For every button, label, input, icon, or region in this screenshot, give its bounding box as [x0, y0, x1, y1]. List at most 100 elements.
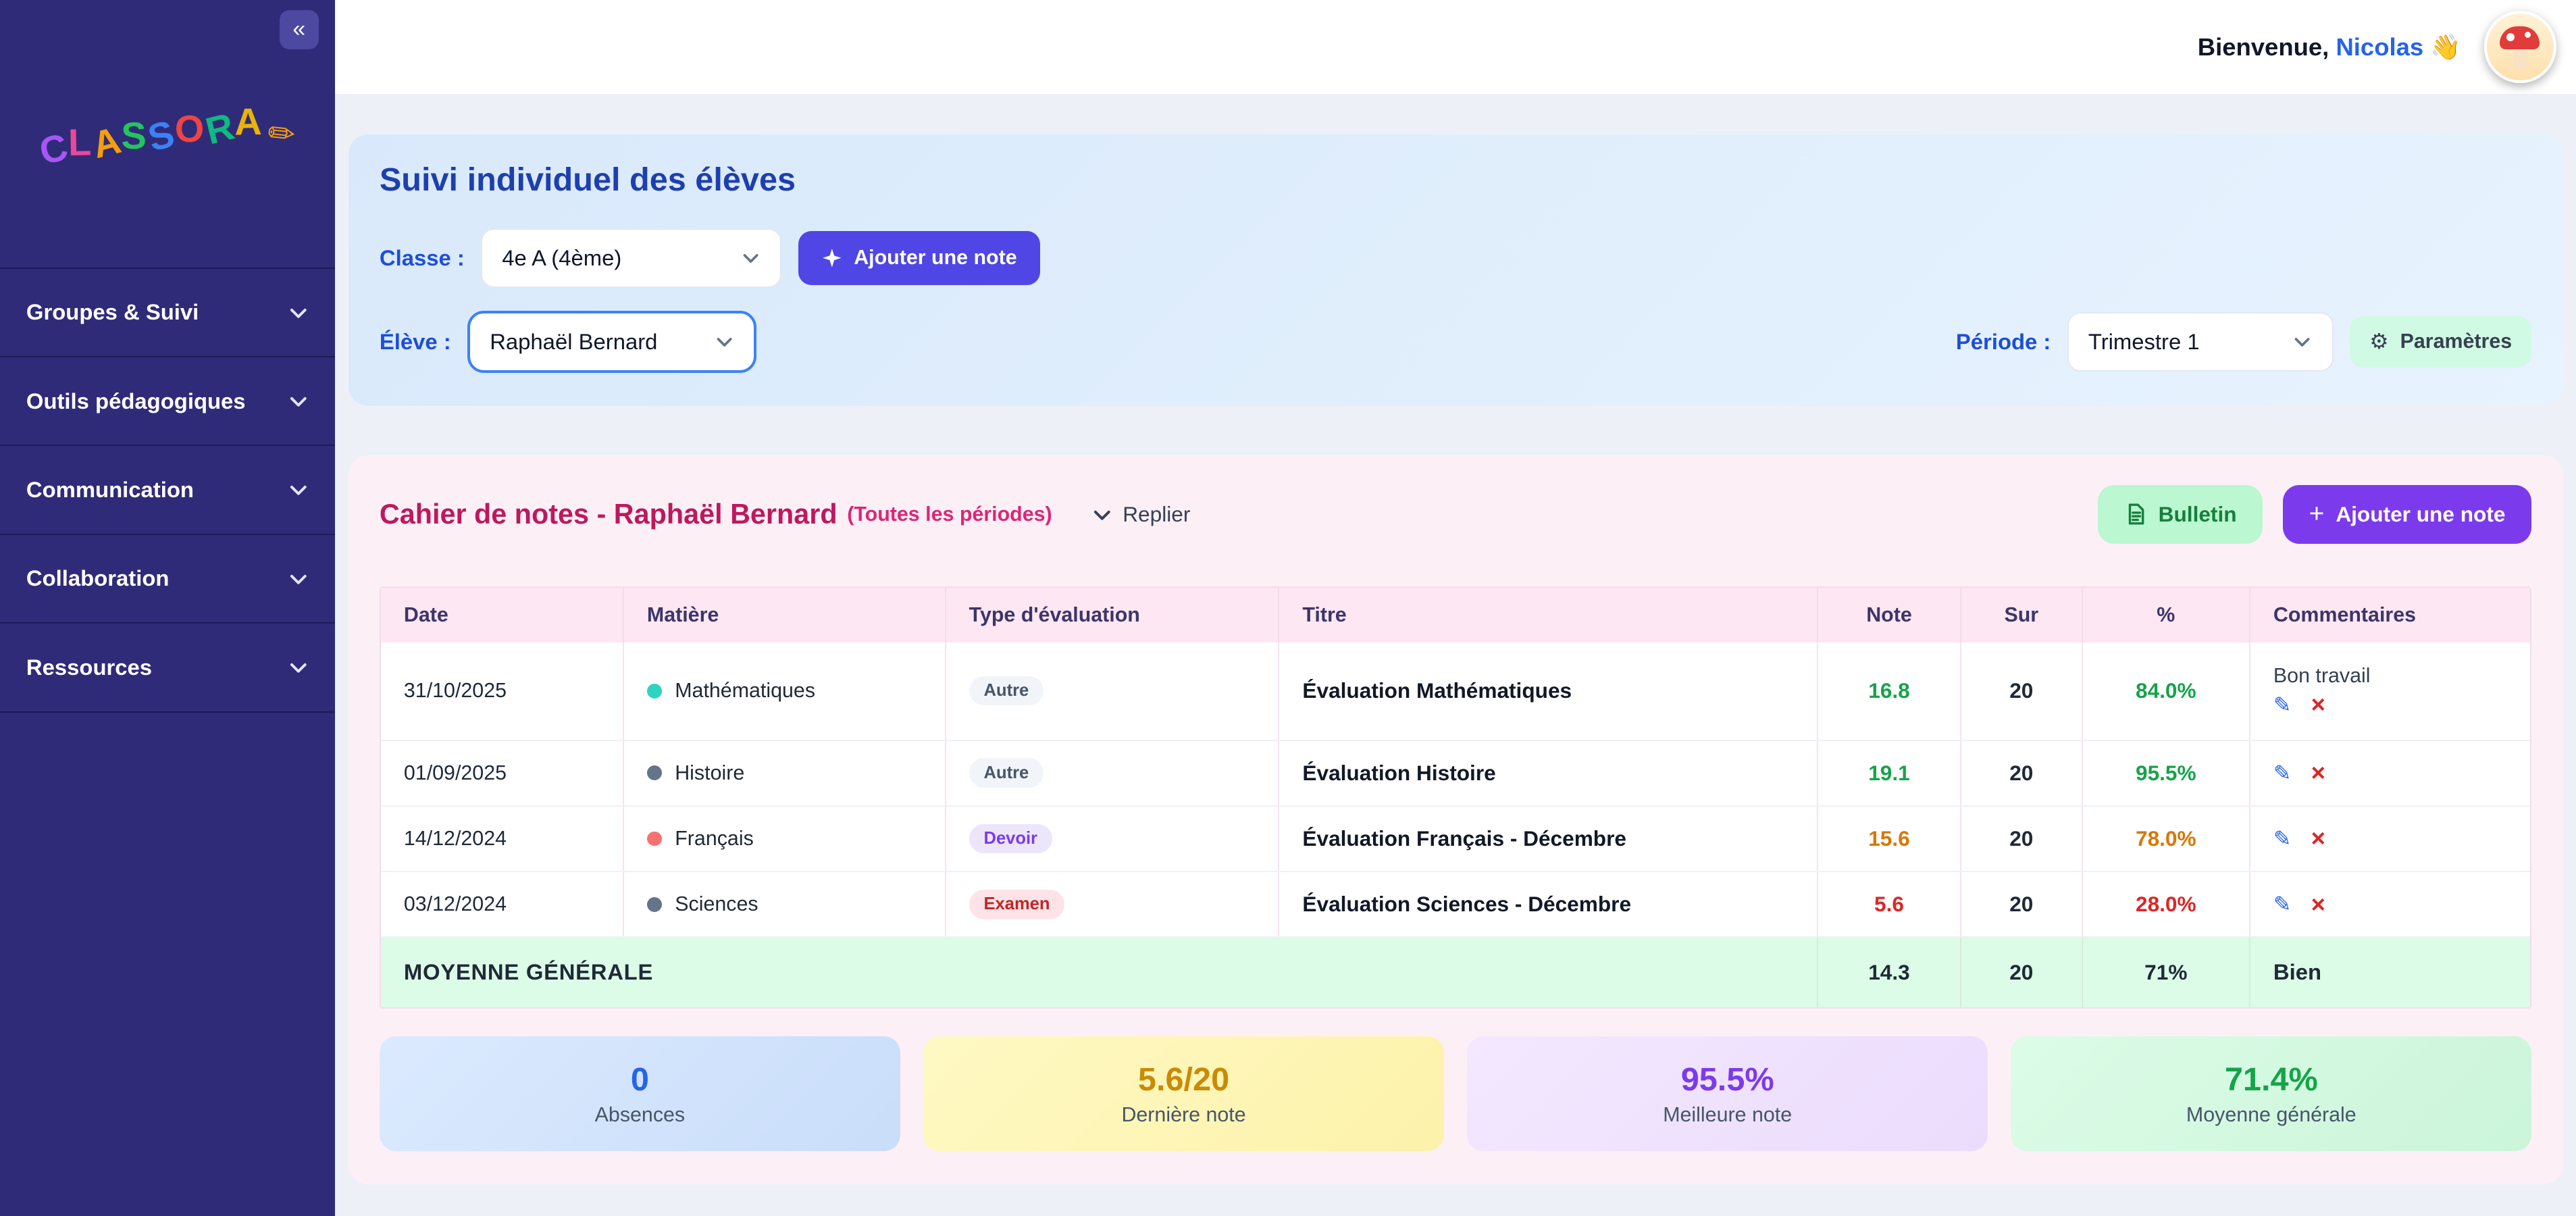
cell-sur: 20	[1961, 642, 2083, 740]
edit-icon[interactable]: ✎	[2273, 826, 2292, 851]
delete-icon[interactable]: ×	[2311, 692, 2325, 717]
cell-pct: 84.0%	[2083, 642, 2250, 740]
parametres-button[interactable]: ⚙ Paramètres	[2350, 316, 2531, 367]
table-row: 03/12/2024 Sciences Examen Évaluation Sc…	[381, 872, 2530, 938]
mushroom-stem-icon	[2513, 49, 2528, 69]
sidebar-item-groupes-suivi[interactable]: Groupes & Suivi	[0, 269, 335, 357]
main-area: Bienvenue, Nicolas 👋 Suivi individuel de…	[335, 0, 2576, 1216]
chevron-down-icon	[288, 568, 309, 590]
cell-commentaires: ✎ ×	[2250, 741, 2536, 805]
stats-row: 0 Absences 5.6/20 Dernière note 95.5% Me…	[380, 1036, 2531, 1151]
notes-title: Cahier de notes - Raphaël Bernard	[380, 499, 838, 530]
collapse-notes-button[interactable]: Replier	[1091, 502, 1190, 527]
periode-label: Période :	[1956, 329, 2051, 355]
cell-commentaires: ✎ ×	[2250, 872, 2536, 936]
stat-label: Dernière note	[1121, 1103, 1245, 1127]
notes-header: Cahier de notes - Raphaël Bernard (Toute…	[380, 485, 2531, 544]
notes-panel: Cahier de notes - Raphaël Bernard (Toute…	[349, 455, 2563, 1184]
sidebar-collapse-button[interactable]: «	[280, 10, 319, 49]
subject-dot-icon	[647, 684, 662, 699]
app-root: « CLASSORA✏ Groupes & Suivi Outils pédag…	[0, 0, 2576, 1216]
table-footer-row: MOYENNE GÉNÉRALE 14.3 20 71% Bien	[381, 938, 2530, 1007]
delete-icon[interactable]: ×	[2311, 892, 2325, 917]
content: Suivi individuel des élèves Classe : 4e …	[335, 94, 2576, 1207]
stat-value: 71.4%	[2225, 1061, 2318, 1098]
cell-note: 19.1	[1818, 741, 1961, 805]
comment-text: Bon travail	[2273, 664, 2371, 688]
cell-type: Devoir	[946, 807, 1280, 871]
table-row: 14/12/2024 Français Devoir Évaluation Fr…	[381, 807, 2530, 872]
sidebar: « CLASSORA✏ Groupes & Suivi Outils pédag…	[0, 0, 335, 1216]
type-badge: Autre	[969, 758, 1044, 788]
matiere-label: Français	[675, 827, 754, 851]
sidebar-item-label: Outils pédagogiques	[26, 388, 246, 414]
col-header-date: Date	[381, 588, 624, 642]
delete-icon[interactable]: ×	[2311, 826, 2325, 851]
sidebar-item-collaboration[interactable]: Collaboration	[0, 535, 335, 624]
avatar[interactable]	[2484, 11, 2556, 83]
welcome-label: Bienvenue,	[2198, 33, 2329, 61]
chevron-down-icon	[288, 390, 309, 412]
bulletin-button[interactable]: Bulletin	[2098, 485, 2263, 544]
type-badge: Examen	[969, 890, 1065, 919]
cell-matiere: Français	[624, 807, 946, 871]
wave-emoji: 👋	[2430, 33, 2461, 61]
cell-commentaires: Bon travail ✎ ×	[2250, 642, 2536, 740]
cell-date: 03/12/2024	[381, 872, 624, 936]
edit-icon[interactable]: ✎	[2273, 761, 2292, 786]
edit-icon[interactable]: ✎	[2273, 692, 2292, 717]
stat-card-meilleure-note: 95.5% Meilleure note	[1467, 1036, 1988, 1151]
cell-type: Examen	[946, 872, 1280, 936]
mushroom-cap-icon	[2500, 26, 2539, 49]
add-note-label: Ajouter une note	[854, 246, 1016, 270]
cell-sur: 20	[1961, 741, 2083, 805]
stat-card-moyenne-generale: 71.4% Moyenne générale	[2011, 1036, 2531, 1151]
app-logo: CLASSORA✏	[0, 111, 335, 155]
replier-label: Replier	[1123, 502, 1190, 527]
stat-card-derniere-note: 5.6/20 Dernière note	[923, 1036, 1444, 1151]
cell-titre: Évaluation Français - Décembre	[1279, 807, 1818, 871]
cell-note: 5.6	[1818, 872, 1961, 936]
footer-sur: 20	[1961, 938, 2083, 1007]
matiere-label: Histoire	[675, 761, 744, 785]
page-title: Suivi individuel des élèves	[380, 161, 2531, 199]
add-note-button-top[interactable]: Ajouter une note	[798, 231, 1040, 285]
grades-table: Date Matière Type d'évaluation Titre Not…	[380, 586, 2531, 1008]
app-logo-text: CLASSORA	[37, 100, 266, 171]
cell-titre: Évaluation Histoire	[1279, 741, 1818, 805]
cell-matiere: Histoire	[624, 741, 946, 805]
stat-value: 5.6/20	[1138, 1061, 1229, 1098]
collapse-icon: «	[292, 16, 305, 42]
cell-matiere: Mathématiques	[624, 642, 946, 740]
classe-label: Classe :	[380, 245, 465, 271]
pencil-icon: ✏	[265, 114, 299, 155]
delete-icon[interactable]: ×	[2311, 761, 2325, 785]
gear-icon: ⚙	[2369, 329, 2388, 354]
cell-pct: 95.5%	[2083, 741, 2250, 805]
sidebar-nav: Groupes & Suivi Outils pédagogiques Comm…	[0, 268, 335, 713]
chevron-down-icon	[741, 248, 761, 268]
add-note-button-panel[interactable]: + Ajouter une note	[2283, 485, 2532, 544]
edit-icon[interactable]: ✎	[2273, 892, 2292, 917]
chevron-down-icon	[2292, 332, 2312, 351]
cell-titre: Évaluation Mathématiques	[1279, 642, 1818, 740]
cell-commentaires: ✎ ×	[2250, 807, 2536, 871]
cell-date: 14/12/2024	[381, 807, 624, 871]
classe-select[interactable]: 4e A (4ème)	[481, 228, 781, 288]
sparkle-icon	[821, 247, 843, 269]
document-icon	[2124, 503, 2147, 526]
sidebar-item-communication[interactable]: Communication	[0, 446, 335, 534]
classe-row: Classe : 4e A (4ème) Ajouter une note	[380, 228, 2531, 288]
col-header-pct: %	[2083, 588, 2250, 642]
col-header-commentaires: Commentaires	[2250, 588, 2536, 642]
periode-select[interactable]: Trimestre 1	[2067, 312, 2334, 372]
sidebar-item-outils-pedagogiques[interactable]: Outils pédagogiques	[0, 357, 335, 446]
eleve-select-value: Raphaël Bernard	[490, 329, 657, 355]
col-header-sur: Sur	[1961, 588, 2083, 642]
eleve-select[interactable]: Raphaël Bernard	[467, 311, 756, 373]
col-header-type: Type d'évaluation	[946, 588, 1280, 642]
sidebar-item-ressources[interactable]: Ressources	[0, 624, 335, 712]
welcome-text: Bienvenue, Nicolas 👋	[2198, 32, 2461, 61]
chevron-down-icon	[715, 332, 734, 351]
classe-select-value: 4e A (4ème)	[502, 245, 621, 271]
